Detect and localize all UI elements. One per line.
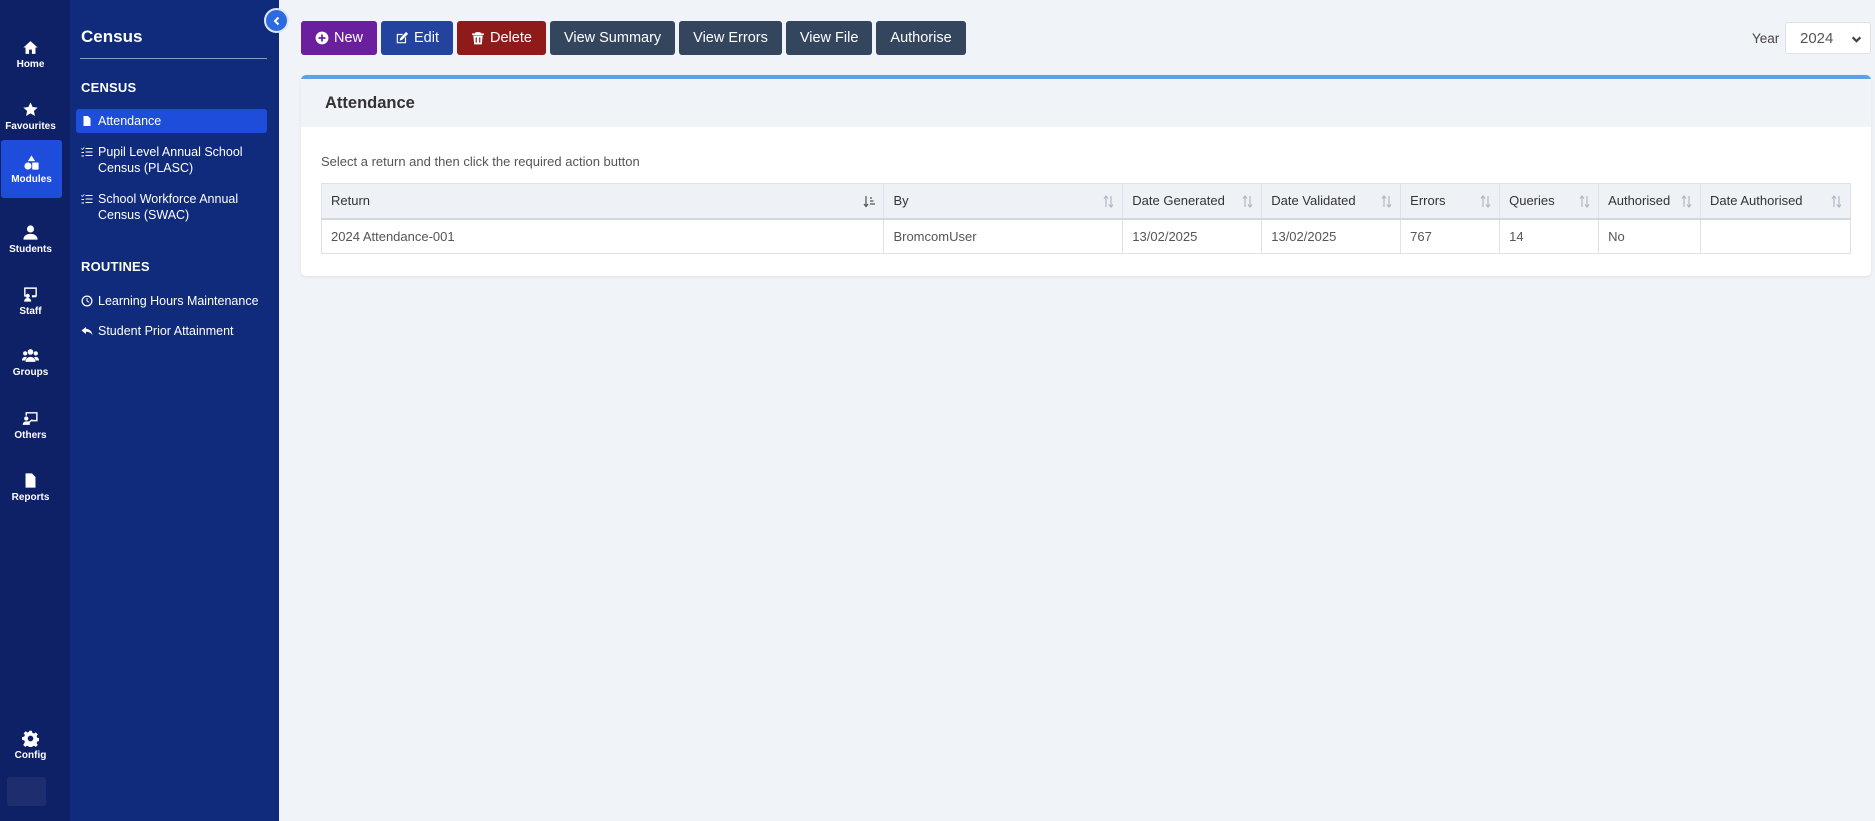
panel-title: Attendance bbox=[301, 79, 1871, 127]
rail-item-groups[interactable]: Groups bbox=[0, 333, 61, 391]
sidebar-item-label: School Workforce Annual Census (SWAC) bbox=[98, 192, 239, 222]
sort-icon[interactable] bbox=[1479, 195, 1492, 208]
cell-return: 2024 Attendance-001 bbox=[320, 218, 885, 254]
section-heading-census: CENSUS bbox=[81, 80, 137, 95]
list-check-icon bbox=[81, 194, 93, 204]
chalkboard-user-icon bbox=[24, 286, 37, 302]
collapse-sidebar-button[interactable] bbox=[264, 8, 289, 33]
clock-icon bbox=[81, 295, 93, 307]
section-heading-routines: ROUTINES bbox=[81, 259, 150, 274]
module-sidebar: Census CENSUS Attendance Pupil Level Ann… bbox=[70, 0, 279, 821]
column-header-date-authorised[interactable]: Date Authorised bbox=[1700, 183, 1851, 220]
rail-item-staff[interactable]: Staff bbox=[0, 272, 61, 330]
sort-icon[interactable] bbox=[1380, 195, 1393, 208]
rail-item-label: Home bbox=[16, 58, 45, 70]
sidebar-divider bbox=[80, 58, 267, 59]
star-icon bbox=[23, 101, 38, 116]
column-header-queries[interactable]: Queries bbox=[1499, 183, 1600, 220]
cell-date-generated: 13/02/2025 bbox=[1122, 218, 1263, 254]
sidebar-item-learning-hours[interactable]: Learning Hours Maintenance bbox=[76, 289, 267, 313]
icon-rail: Home Favourites Modules Students Staff G… bbox=[0, 0, 70, 821]
rail-item-favourites[interactable]: Favourites bbox=[0, 87, 61, 145]
edit-button[interactable]: Edit bbox=[381, 21, 454, 55]
sort-icon[interactable] bbox=[1830, 195, 1843, 208]
user-avatar[interactable] bbox=[7, 777, 46, 806]
column-header-authorised[interactable]: Authorised bbox=[1598, 183, 1702, 220]
rail-item-label: Reports bbox=[11, 491, 50, 503]
column-header-date-generated[interactable]: Date Generated bbox=[1122, 183, 1263, 220]
edit-icon bbox=[396, 31, 409, 44]
new-button-label: New bbox=[334, 30, 364, 46]
home-icon bbox=[23, 40, 38, 54]
returns-table: Return By Date Generated Date Validated … bbox=[320, 183, 1851, 254]
sort-icon[interactable] bbox=[1241, 195, 1254, 208]
rail-item-label: Students bbox=[9, 243, 52, 255]
column-header-errors[interactable]: Errors bbox=[1400, 183, 1501, 220]
rail-item-others[interactable]: Others bbox=[0, 396, 61, 454]
rail-item-home[interactable]: Home bbox=[0, 25, 61, 83]
sidebar-item-label: Learning Hours Maintenance bbox=[98, 294, 259, 308]
rail-item-label: Modules bbox=[11, 173, 52, 185]
file-icon bbox=[25, 472, 36, 488]
sort-icon[interactable] bbox=[1578, 195, 1591, 208]
sidebar-item-label: Student Prior Attainment bbox=[98, 324, 234, 338]
year-value: 2024 bbox=[1800, 29, 1834, 47]
rail-item-students[interactable]: Students bbox=[0, 210, 61, 268]
gear-icon bbox=[22, 730, 39, 747]
sidebar-item-label: Attendance bbox=[98, 114, 162, 128]
view-file-button[interactable]: View File bbox=[785, 21, 873, 55]
shapes-icon bbox=[24, 154, 39, 170]
rail-item-label: Others bbox=[14, 429, 47, 441]
panel-instructions: Select a return and then click the requi… bbox=[321, 154, 640, 169]
delete-button[interactable]: Delete bbox=[457, 21, 546, 55]
rail-item-reports[interactable]: Reports bbox=[0, 458, 61, 516]
view-summary-button[interactable]: View Summary bbox=[549, 21, 676, 55]
edit-button-label: Edit bbox=[414, 30, 440, 46]
column-header-by[interactable]: By bbox=[883, 183, 1124, 220]
rail-item-label: Staff bbox=[19, 305, 42, 317]
chalkboard-icon bbox=[22, 411, 38, 425]
sidebar-item-label: Pupil Level Annual School Census (PLASC) bbox=[98, 145, 243, 175]
reply-icon bbox=[81, 327, 93, 336]
list-check-icon bbox=[81, 147, 93, 157]
plus-circle-icon bbox=[315, 31, 329, 45]
cell-queries: 14 bbox=[1499, 218, 1600, 254]
rail-item-label: Groups bbox=[12, 366, 49, 378]
cell-date-validated: 13/02/2025 bbox=[1261, 218, 1402, 254]
authorise-button[interactable]: Authorise bbox=[876, 21, 966, 55]
action-toolbar: New Edit Delete View Summary View Errors… bbox=[301, 21, 966, 55]
rail-item-label: Config bbox=[14, 749, 47, 761]
table-row[interactable]: 2024 Attendance-001 BromcomUser 13/02/20… bbox=[320, 218, 1851, 254]
rail-item-config[interactable]: Config bbox=[0, 716, 61, 774]
sort-ascending-icon[interactable] bbox=[863, 195, 876, 208]
sidebar-title: Census bbox=[81, 27, 143, 46]
cell-by: BromcomUser bbox=[883, 218, 1124, 254]
delete-button-label: Delete bbox=[490, 30, 532, 46]
sort-icon[interactable] bbox=[1102, 195, 1115, 208]
table-header-row: Return By Date Generated Date Validated … bbox=[320, 183, 1851, 220]
column-header-return[interactable]: Return bbox=[320, 183, 885, 220]
new-button[interactable]: New bbox=[301, 21, 378, 55]
file-icon bbox=[83, 116, 91, 126]
users-icon bbox=[22, 348, 39, 362]
cell-errors: 767 bbox=[1400, 218, 1501, 254]
column-header-date-validated[interactable]: Date Validated bbox=[1261, 183, 1402, 220]
sidebar-item-swac[interactable]: School Workforce Annual Census (SWAC) bbox=[76, 187, 267, 227]
chevron-down-icon bbox=[1851, 36, 1862, 43]
sidebar-item-prior-attainment[interactable]: Student Prior Attainment bbox=[76, 319, 267, 343]
view-errors-button[interactable]: View Errors bbox=[679, 21, 782, 55]
trash-icon bbox=[472, 32, 484, 45]
sort-icon[interactable] bbox=[1680, 195, 1693, 208]
cell-authorised: No bbox=[1598, 218, 1702, 254]
user-icon bbox=[23, 224, 38, 240]
year-select[interactable]: 2024 bbox=[1785, 22, 1871, 54]
chevron-left-icon bbox=[273, 16, 279, 25]
rail-item-label: Favourites bbox=[5, 120, 56, 132]
cell-date-authorised bbox=[1700, 218, 1851, 254]
year-label: Year bbox=[1752, 31, 1780, 46]
rail-item-modules[interactable]: Modules bbox=[1, 140, 62, 198]
attendance-panel: Attendance Select a return and then clic… bbox=[301, 75, 1871, 276]
sidebar-item-plasc[interactable]: Pupil Level Annual School Census (PLASC) bbox=[76, 140, 267, 180]
sidebar-item-attendance[interactable]: Attendance bbox=[76, 109, 267, 133]
